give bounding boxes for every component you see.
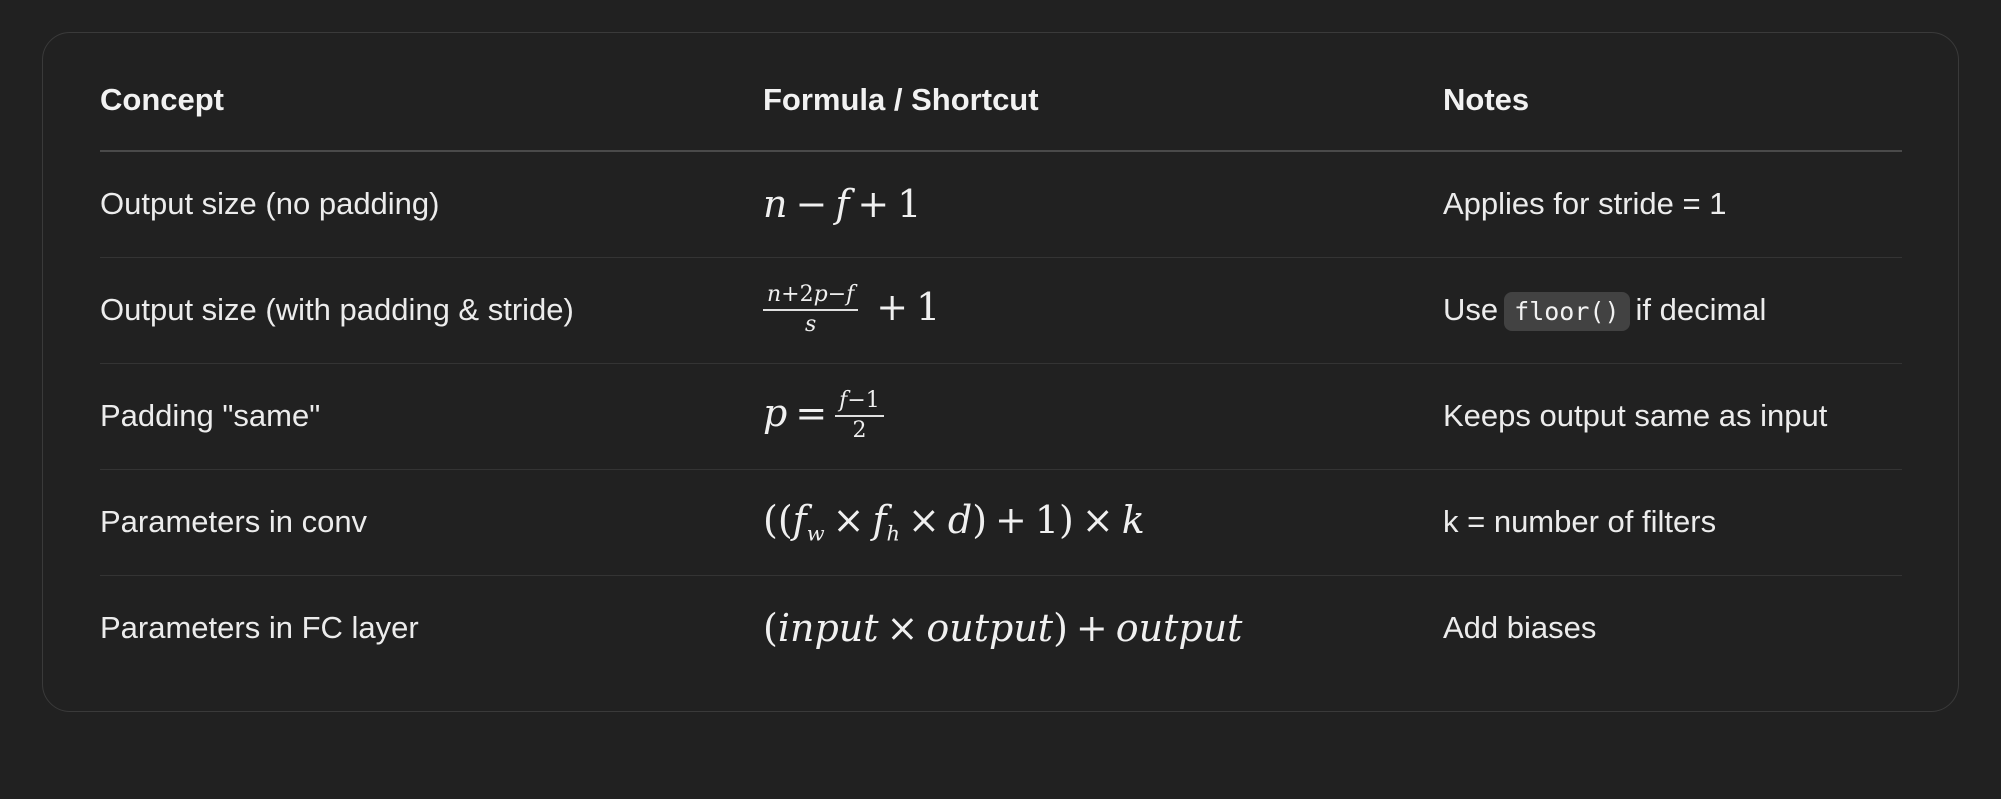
note-prefix: Use <box>1443 292 1499 327</box>
fraction: f−1 2 <box>835 388 884 443</box>
formula-cell: p = f−1 2 <box>763 362 1443 469</box>
table-row: Padding "same" p = f−1 2 Keeps output same … <box>100 362 1902 469</box>
note-cell: k = number of filters <box>1443 468 1902 575</box>
table-header-row: Concept Formula / Shortcut Notes <box>100 33 1902 152</box>
inline-code: floor() <box>1504 292 1630 331</box>
formula-math: n+2p−f s +1 <box>763 282 940 337</box>
concept-cell: Output size (no padding) <box>100 186 440 222</box>
formula-math: n − f +1 <box>763 182 922 227</box>
note-cell: Use floor() if decimal <box>1443 256 1902 363</box>
table-row: Parameters in FC layer (input × output) + ou… <box>100 574 1902 681</box>
formula-table-card: Concept Formula / Shortcut Notes Output … <box>42 32 1959 712</box>
table-row: Parameters in conv ((fw × fh × d) +1) × k k = n… <box>100 468 1902 575</box>
note-cell: Applies for stride = 1 <box>1443 186 1727 222</box>
concept-cell: Parameters in FC layer <box>100 574 763 681</box>
column-header-notes: Notes <box>1443 33 1902 152</box>
concept-cell: Output size (with padding & stride) <box>100 256 763 363</box>
formula-math: (input × output) + output <box>763 606 1243 651</box>
formula-cell: (input × output) + output <box>763 574 1443 681</box>
formula-cell: n+2p−f s +1 <box>763 256 1443 363</box>
table-row: Output size (no padding) n − f +1 Applies f… <box>100 151 1902 257</box>
table-row: Output size (with padding & stride) n+2p… <box>100 256 1902 363</box>
note-suffix: if decimal <box>1635 292 1767 327</box>
concept-cell: Parameters in conv <box>100 468 763 575</box>
formula-cell: n − f +1 <box>763 151 1443 257</box>
note-cell: Add biases <box>1443 574 1902 681</box>
note-cell: Keeps output same as input <box>1443 362 1902 469</box>
formula-math: p = f−1 2 <box>763 388 894 443</box>
formula-cell: ((fw × fh × d) +1) × k <box>763 468 1443 575</box>
concept-cell: Padding "same" <box>100 362 763 469</box>
fraction: n+2p−f s <box>763 282 859 337</box>
formula-math: ((fw × fh × d) +1) × k <box>763 498 1145 546</box>
column-header-formula: Formula / Shortcut <box>763 33 1443 152</box>
column-header-concept: Concept <box>100 33 763 152</box>
formula-table: Concept Formula / Shortcut Notes Output … <box>100 33 1902 681</box>
